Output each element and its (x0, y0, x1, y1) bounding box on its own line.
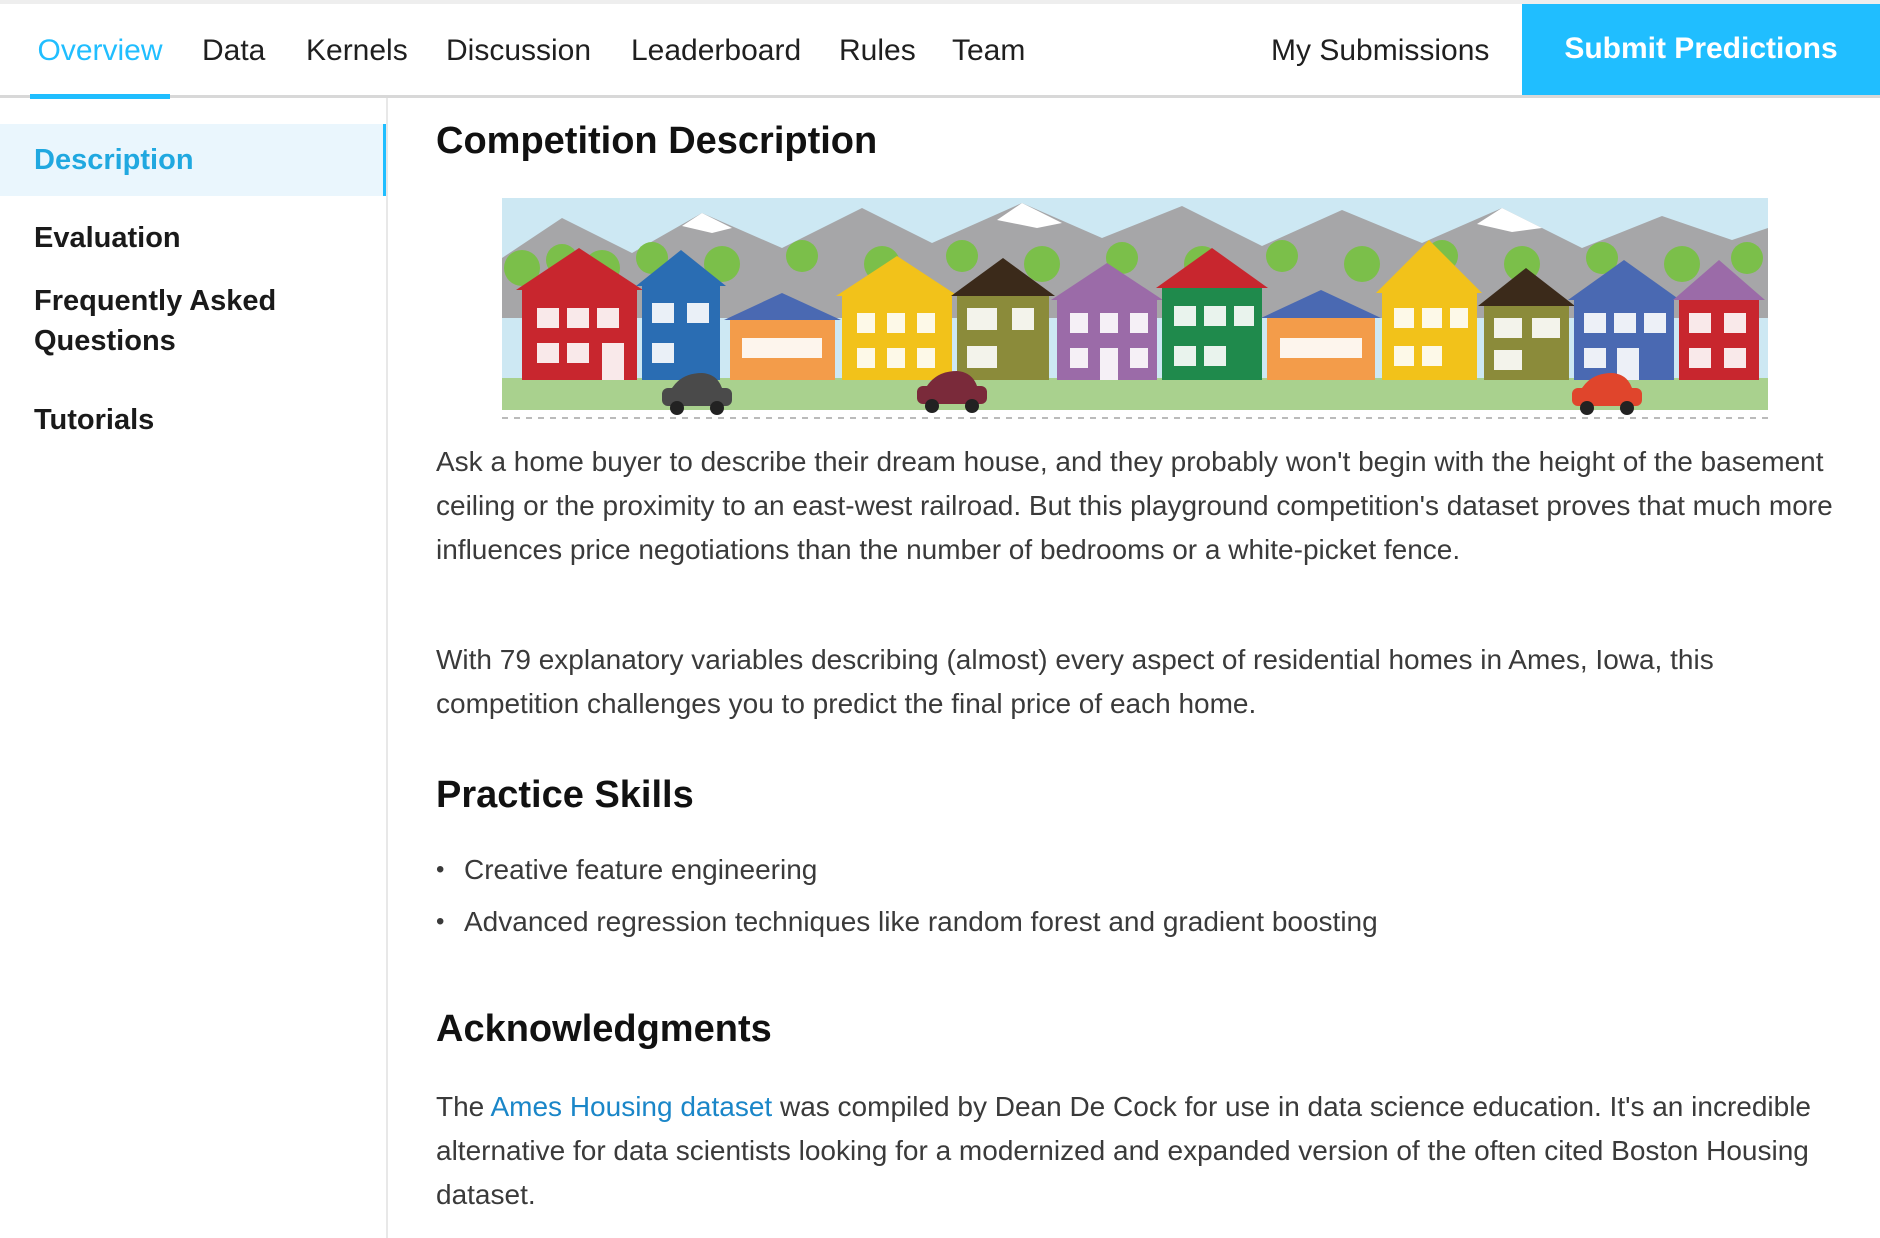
description-paragraph-2: With 79 explanatory variables describing… (436, 644, 1714, 719)
list-item: Creative feature engineering (436, 848, 1378, 900)
ames-housing-dataset-link[interactable]: Ames Housing dataset (490, 1091, 772, 1122)
page-title: Competition Description (436, 120, 878, 162)
overview-sidebar: Description Evaluation Frequently Asked … (0, 98, 388, 1238)
practice-skills-list: Creative feature engineering Advanced re… (436, 848, 1378, 952)
tab-rules[interactable]: Rules (839, 8, 916, 99)
tab-team[interactable]: Team (952, 8, 1025, 99)
sidebar-item-tutorials[interactable]: Tutorials (0, 392, 386, 448)
tab-overview[interactable]: Overview (30, 8, 170, 99)
sidebar-item-description[interactable]: Description (0, 124, 386, 196)
houses-banner-image (502, 198, 1768, 420)
my-submissions-link[interactable]: My Submissions (1271, 8, 1489, 99)
description-paragraph-1: Ask a home buyer to describe their dream… (436, 446, 1833, 565)
tab-leaderboard[interactable]: Leaderboard (631, 8, 801, 99)
submit-predictions-button[interactable]: Submit Predictions (1522, 4, 1880, 95)
tab-data[interactable]: Data (202, 8, 265, 99)
ack-prefix-text: The (436, 1091, 491, 1122)
practice-skills-heading: Practice Skills (436, 774, 694, 816)
tab-discussion[interactable]: Discussion (446, 8, 591, 99)
sidebar-item-evaluation[interactable]: Evaluation (0, 210, 386, 266)
acknowledgments-paragraph: The Ames Housing dataset was compiled by… (436, 1085, 1836, 1217)
sidebar-item-label: Questions (34, 325, 176, 357)
sidebar-item-label: Frequently Asked (34, 285, 277, 317)
list-item: Advanced regression techniques like rand… (436, 900, 1378, 952)
acknowledgments-heading: Acknowledgments (436, 1008, 772, 1050)
top-nav: Overview Data Kernels Discussion Leaderb… (0, 0, 1880, 99)
tab-kernels[interactable]: Kernels (306, 8, 408, 99)
sidebar-item-faq[interactable]: Frequently Asked Questions (0, 281, 386, 361)
